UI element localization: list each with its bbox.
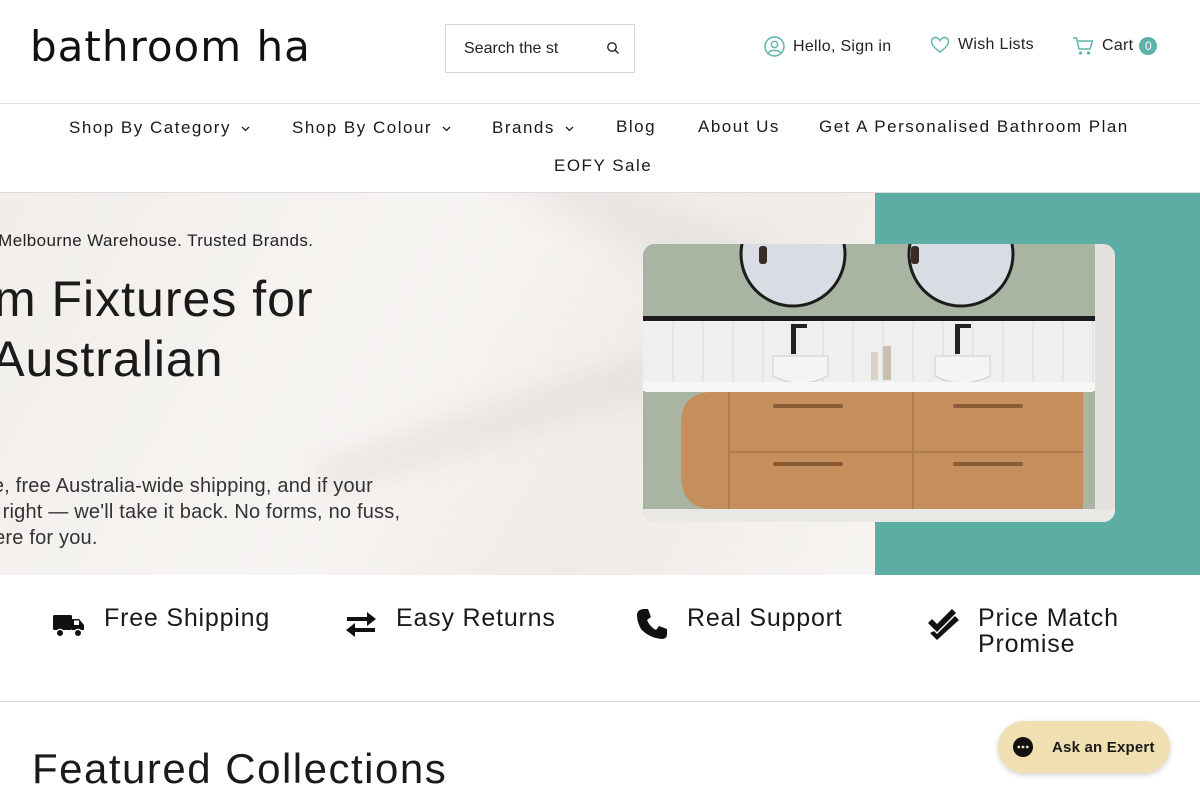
- wish-lists-label: Wish Lists: [958, 36, 1034, 53]
- cart-link[interactable]: Cart 0: [1072, 36, 1158, 56]
- feature-easy-returns: Easy Returns: [344, 605, 596, 641]
- ask-an-expert-button[interactable]: Ask an Expert: [998, 721, 1170, 773]
- nav-label: EOFY Sale: [554, 156, 653, 175]
- ask-an-expert-label: Ask an Expert: [1052, 738, 1155, 756]
- wish-lists-link[interactable]: Wish Lists: [930, 36, 1034, 54]
- vanity-product-image: [643, 244, 1115, 522]
- site-header: bathroom ha Hello, Sign in Wish Lists Ca…: [0, 0, 1200, 104]
- nav-blog[interactable]: Blog: [616, 117, 656, 137]
- nav-bathroom-plan[interactable]: Get A Personalised Bathroom Plan: [819, 117, 1129, 137]
- sign-in-link[interactable]: Hello, Sign in: [764, 36, 891, 57]
- main-navigation: Shop By Category Shop By Colour Brands B…: [0, 104, 1200, 193]
- headline-line: throom Fixtures for: [0, 271, 314, 327]
- cart-count-badge: 0: [1139, 37, 1158, 55]
- headline-line: dern Australian: [0, 331, 224, 387]
- nav-label: Shop By Colour: [292, 118, 433, 137]
- nav-label: Brands: [492, 118, 555, 137]
- feature-label: Free Shipping: [104, 604, 271, 632]
- search-box[interactable]: [445, 24, 635, 73]
- headline-line: mes: [0, 389, 475, 449]
- sign-in-label: Hello, Sign in: [793, 37, 892, 55]
- feature-real-support: Real Support: [635, 605, 887, 641]
- chevron-down-icon: [442, 126, 451, 131]
- nav-shop-by-colour[interactable]: Shop By Colour: [292, 118, 451, 138]
- chat-bubble-icon: [1013, 737, 1033, 757]
- description-line: m fixture's not right — we'll take it ba…: [0, 501, 401, 523]
- cart-label: Cart: [1102, 37, 1134, 54]
- description-line: tions. We're here for you.: [0, 527, 98, 549]
- hero-headline: throom Fixtures for dern Australian mes: [0, 269, 475, 449]
- nav-brands[interactable]: Brands: [492, 118, 574, 138]
- nav-eofy-sale[interactable]: EOFY Sale: [554, 156, 652, 176]
- nav-label: About Us: [698, 117, 780, 136]
- search-icon[interactable]: [606, 41, 620, 55]
- nav-label: Shop By Category: [69, 118, 231, 137]
- hero-description: r expert advice, free Australia-wide shi…: [0, 473, 530, 551]
- hero-tagline: erts. Melbourne Warehouse. Trusted Brand…: [0, 231, 314, 250]
- feature-label: Price Match Promise: [978, 604, 1119, 658]
- nav-label: Blog: [616, 117, 657, 136]
- section-title: Featured Collections: [32, 745, 448, 792]
- feature-free-shipping: Free Shipping: [52, 605, 304, 641]
- exchange-arrows-icon: [346, 612, 376, 637]
- truck-icon: [53, 615, 84, 638]
- feature-price-match: Price Match Promise: [926, 605, 1178, 657]
- feature-label: Easy Returns: [396, 604, 556, 632]
- double-check-icon: [928, 609, 959, 640]
- phone-icon: [637, 609, 667, 639]
- nav-shop-by-category[interactable]: Shop By Category: [69, 118, 250, 138]
- heart-icon: [930, 36, 950, 53]
- nav-label: Get A Personalised Bathroom Plan: [819, 117, 1129, 136]
- hero-banner: erts. Melbourne Warehouse. Trusted Brand…: [0, 193, 1200, 575]
- search-input[interactable]: [464, 39, 604, 58]
- feature-label: Real Support: [687, 604, 843, 632]
- description-line: r expert advice, free Australia-wide shi…: [0, 475, 373, 497]
- site-logo[interactable]: bathroom ha: [30, 22, 311, 72]
- nav-about-us[interactable]: About Us: [698, 117, 780, 137]
- chevron-down-icon: [241, 126, 250, 131]
- features-bar: Free Shipping Easy Returns Real Support …: [0, 575, 1200, 702]
- chevron-down-icon: [565, 126, 574, 131]
- cart-icon: [1073, 37, 1094, 55]
- user-icon: [764, 36, 785, 57]
